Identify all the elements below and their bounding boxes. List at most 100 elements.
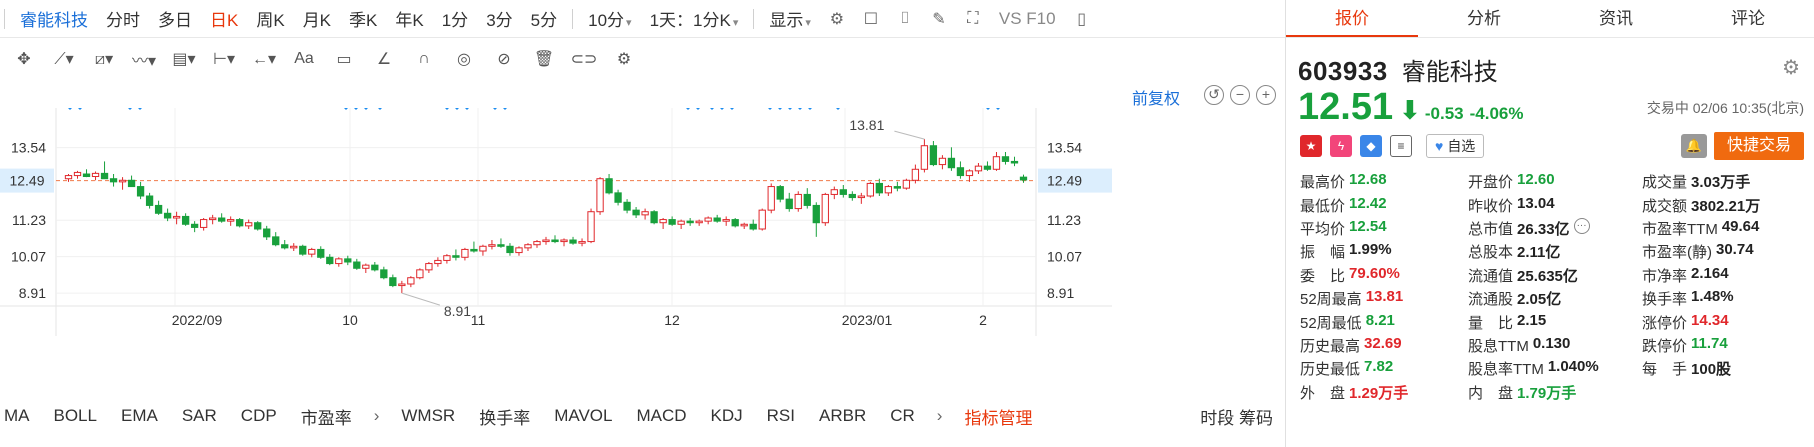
vs-f10-button[interactable]: VS F10	[990, 9, 1065, 29]
indicator-manage-button[interactable]: 指标管理	[952, 404, 1044, 429]
zoom-out-icon[interactable]: −	[1230, 85, 1250, 105]
stat-value: 13.04	[1517, 194, 1555, 212]
fib-tool-icon[interactable]: ▤▾	[164, 44, 204, 74]
candle-body	[632, 209, 640, 216]
y-tick-label-right: 8.91	[1047, 285, 1074, 301]
bell-icon[interactable]: 🔔	[1681, 134, 1707, 158]
camera-icon[interactable]: ⌷	[892, 6, 918, 32]
candle-body	[73, 171, 82, 177]
measure-tool-icon[interactable]: ⊢▾	[204, 44, 244, 74]
tag-icon[interactable]: ◆	[1360, 135, 1382, 157]
fuquan-toggle[interactable]: 前复权	[1132, 85, 1180, 109]
stats-row: 最低价 12.42 昨收价 13.04 成交额 3802.21万	[1300, 193, 1810, 216]
tab-3[interactable]: 评论	[1682, 0, 1814, 37]
stat-label: 历史最高	[1300, 337, 1361, 355]
period-5[interactable]: 月K	[294, 6, 340, 31]
candle-body	[1019, 176, 1028, 181]
period-11[interactable]: 10分 ▾	[579, 6, 640, 31]
hide-icon[interactable]: ⊘	[484, 44, 524, 74]
comment-tool-icon[interactable]: ▭	[324, 44, 364, 74]
period-4[interactable]: 周K	[247, 6, 293, 31]
period-12[interactable]: 1天：1分K ▾	[641, 6, 748, 31]
channel-tool-icon[interactable]: ⧄▾	[84, 44, 124, 74]
indicator-市盈率[interactable]: 市盈率	[289, 404, 364, 429]
arrow-tool-icon[interactable]: ←▾	[244, 44, 284, 74]
indicator-ma[interactable]: MA	[0, 406, 42, 426]
eye-icon[interactable]: ◎	[444, 44, 484, 74]
stat-cell: 换手率 1.48%	[1642, 288, 1810, 309]
candle-body	[416, 269, 424, 279]
pen-icon[interactable]: ✎	[926, 6, 952, 32]
indicator-macd[interactable]: MACD	[624, 406, 698, 426]
lightning-icon[interactable]: ϟ	[1330, 135, 1352, 157]
settings-icon[interactable]: ⚙	[604, 44, 644, 74]
period-0[interactable]: 睿能科技	[11, 6, 97, 31]
indicator-wmsr[interactable]: WMSR	[389, 406, 467, 426]
move-cross-icon[interactable]: ✥	[4, 44, 44, 74]
square-icon[interactable]: ☐	[858, 6, 884, 32]
candle-body	[650, 211, 658, 224]
indicator-kdj[interactable]: KDJ	[699, 406, 755, 426]
indicator-ema[interactable]: EMA	[109, 406, 170, 426]
trade-status: 交易中 02/06 10:35(北京)	[1646, 100, 1804, 116]
add-watchlist-button[interactable]: ♥ 自选	[1426, 134, 1485, 158]
chevron-right-icon[interactable]: ›	[927, 406, 953, 426]
candle-body	[578, 241, 586, 244]
indicator-rsi[interactable]: RSI	[755, 406, 807, 426]
fullscreen-icon[interactable]: ⛶	[960, 6, 986, 32]
wave-tool-icon[interactable]: 〰▾	[124, 44, 164, 74]
stat-label: 跌停价	[1642, 337, 1688, 355]
period-1[interactable]: 分时	[97, 6, 149, 31]
stat-cell: 跌停价 11.74	[1642, 335, 1810, 356]
candle-body	[614, 192, 622, 203]
line-tool-icon[interactable]: ⟋▾	[44, 44, 84, 74]
trash-icon[interactable]: 🗑	[524, 44, 564, 74]
kline-chart[interactable]: 13.54 13.54 11.23 11.23 10.07 10.07 8.91 8.91 20…	[0, 108, 1285, 378]
stat-value: 79.60%	[1349, 264, 1400, 282]
tab-0[interactable]: 报价	[1286, 0, 1418, 37]
period-7[interactable]: 年K	[386, 6, 432, 31]
sidebar-toggle-icon[interactable]: ▯	[1069, 6, 1095, 32]
zoom-in-icon[interactable]: +	[1256, 85, 1276, 105]
stats-grid: 最高价 12.68 开盘价 12.60 成交量 3.03万手 最低价 12.42 昨收价 13.0…	[1300, 170, 1810, 404]
period-6[interactable]: 季K	[340, 6, 386, 31]
indicator-arbr[interactable]: ARBR	[807, 406, 878, 426]
indicator-cr[interactable]: CR	[878, 406, 927, 426]
period-13[interactable]: 显示 ▾	[760, 6, 820, 31]
period-9[interactable]: 3分	[477, 6, 521, 31]
tab-1[interactable]: 分析	[1418, 0, 1550, 37]
stat-value: 26.33亿	[1517, 220, 1570, 238]
indicator-boll[interactable]: BOLL	[42, 406, 109, 426]
stat-label: 52周最低	[1300, 314, 1362, 332]
tab-2[interactable]: 资讯	[1550, 0, 1682, 37]
gear-icon[interactable]: ⚙	[1782, 55, 1800, 80]
indicator-mavol[interactable]: MAVOL	[542, 406, 624, 426]
stat-cell: 流通值 25.635亿	[1468, 265, 1642, 286]
time-chip-buttons[interactable]: 时段 筹码	[1200, 404, 1285, 429]
notes-icon[interactable]: ≡	[1390, 135, 1412, 157]
quick-trade-button[interactable]: 快捷交易	[1714, 132, 1804, 160]
indicator-换手率[interactable]: 换手率	[467, 404, 542, 429]
candle-body	[236, 219, 244, 227]
indicator-cdp[interactable]: CDP	[229, 406, 289, 426]
reset-icon[interactable]: ↺	[1204, 85, 1224, 105]
link-icon[interactable]: ⊂⊃	[564, 44, 604, 74]
period-2[interactable]: 多日	[149, 6, 201, 31]
text-tool-icon[interactable]: Aa	[284, 44, 324, 74]
indicator-sar[interactable]: SAR	[170, 406, 229, 426]
event-marker-icon	[445, 108, 449, 110]
stat-value: 1.79万手	[1517, 384, 1577, 402]
candle-body	[470, 248, 478, 252]
period-10[interactable]: 5分	[522, 6, 566, 31]
period-8[interactable]: 1分	[433, 6, 477, 31]
more-icon[interactable]: ···	[1573, 217, 1590, 234]
chevron-right-icon[interactable]: ›	[364, 406, 390, 426]
period-3[interactable]: 日K	[201, 6, 247, 31]
magnet-icon[interactable]: ∩	[404, 44, 444, 74]
angle-tool-icon[interactable]: ∠	[364, 44, 404, 74]
gear-icon[interactable]: ⚙	[824, 6, 850, 32]
stat-value: 12.54	[1349, 217, 1387, 235]
chevron-down-icon: ▾	[626, 17, 632, 29]
candle-body	[533, 241, 541, 246]
candle-body	[560, 239, 568, 243]
